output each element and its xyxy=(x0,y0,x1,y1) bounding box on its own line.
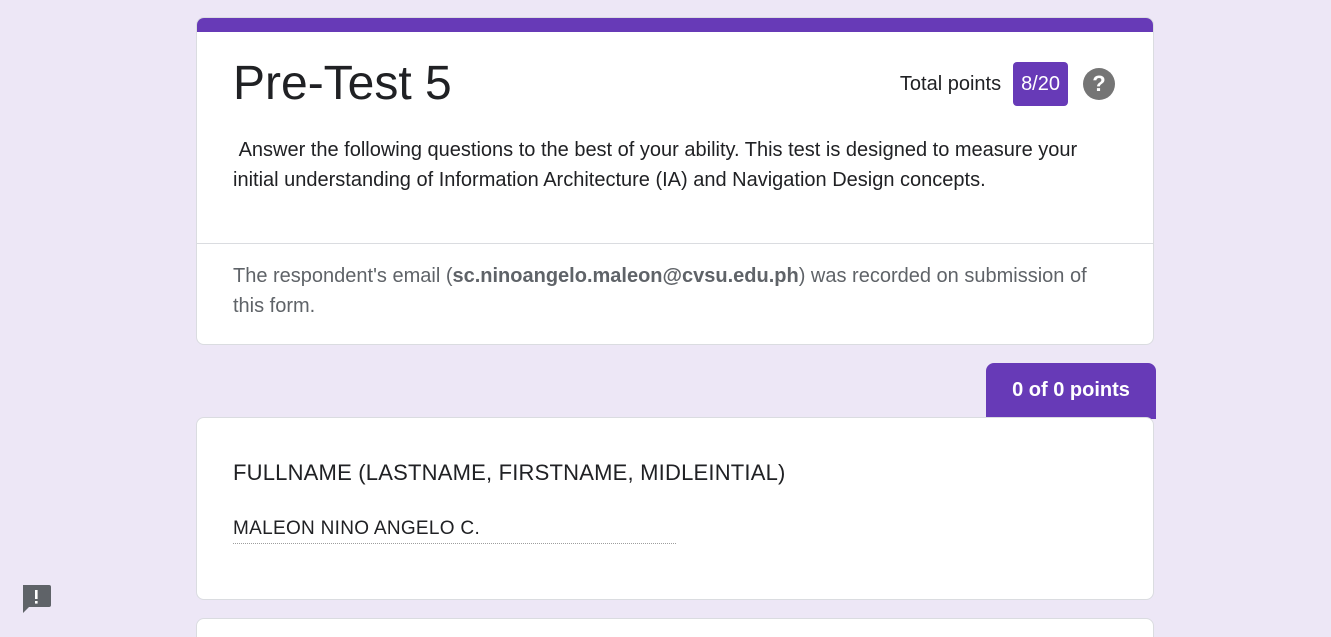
question-title: FULLNAME (LASTNAME, FIRSTNAME, MIDLEINTI… xyxy=(233,460,786,485)
form-description: Answer the following questions to the be… xyxy=(233,139,1083,191)
header-accent-bar xyxy=(197,18,1153,32)
divider xyxy=(197,243,1153,244)
section-points-badge: 0 of 0 points xyxy=(986,363,1156,419)
answer-text: MALEON NINO ANGELO C. xyxy=(233,516,676,544)
email-note-prefix: The respondent's email ( xyxy=(233,265,453,287)
total-points-label: Total points xyxy=(899,72,1002,95)
form-header-card: Pre-Test 5 Total points 8/20 ? Answer th… xyxy=(196,17,1154,345)
respondent-email: sc.ninoangelo.maleon@cvsu.edu.ph xyxy=(452,265,799,287)
help-icon[interactable]: ? xyxy=(1083,68,1115,100)
form-title: Pre-Test 5 xyxy=(233,57,452,110)
report-feedback-icon-svg xyxy=(23,585,51,613)
next-question-card xyxy=(196,618,1154,637)
email-recorded-note: The respondent's email (sc.ninoangelo.ma… xyxy=(233,261,1123,321)
report-feedback-icon[interactable] xyxy=(20,582,52,614)
page: Pre-Test 5 Total points 8/20 ? Answer th… xyxy=(0,0,1331,637)
question-card: FULLNAME (LASTNAME, FIRSTNAME, MIDLEINTI… xyxy=(196,417,1154,600)
score-badge: 8/20 xyxy=(1013,62,1068,106)
total-points: Total points 8/20 ? xyxy=(900,61,1115,107)
